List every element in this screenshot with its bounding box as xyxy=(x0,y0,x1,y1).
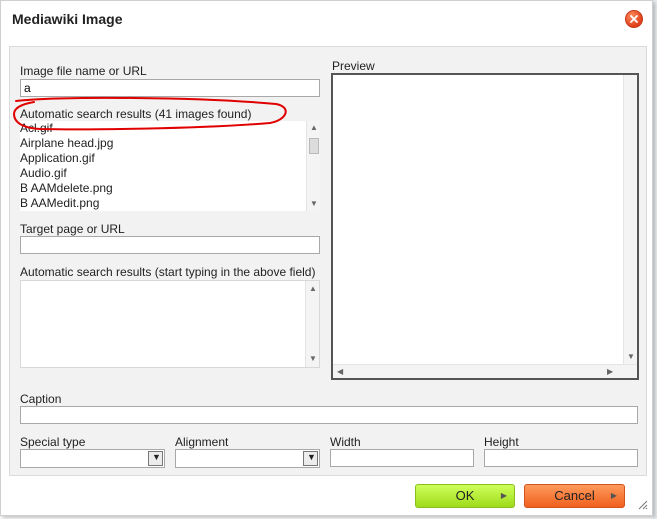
list-item[interactable]: Application.gif xyxy=(20,151,113,166)
close-button[interactable] xyxy=(625,10,643,28)
target-page-label: Target page or URL xyxy=(20,222,125,236)
list-item[interactable]: B AAMdelete.png xyxy=(20,181,113,196)
chevron-right-icon: ▶ xyxy=(500,491,507,500)
chevron-down-icon: ▼ xyxy=(307,452,316,462)
resize-grip-icon[interactable] xyxy=(636,498,648,510)
caption-input[interactable] xyxy=(20,406,638,424)
image-file-input[interactable] xyxy=(20,79,320,97)
width-input[interactable] xyxy=(330,449,474,467)
list-item[interactable]: Acl.gif xyxy=(20,121,113,136)
special-type-label: Special type xyxy=(20,435,86,449)
dropdown-button[interactable]: ▼ xyxy=(303,451,318,466)
scroll-up-icon[interactable]: ▲ xyxy=(309,285,317,293)
image-results-label: Automatic search results (41 images foun… xyxy=(20,107,252,121)
list-item[interactable]: B AAMedit.png xyxy=(20,196,113,211)
chevron-right-icon: ▶ xyxy=(610,491,617,500)
preview-hscroll[interactable]: ◀ ▶ xyxy=(333,364,637,378)
preview-vscroll[interactable]: ▼ xyxy=(623,75,637,364)
scrollbar-thumb[interactable] xyxy=(309,138,319,154)
mediawiki-image-dialog: Mediawiki Image Image file name or URL A… xyxy=(0,0,653,516)
image-results-scrollbar[interactable]: ▲ ▼ xyxy=(306,121,320,211)
target-page-input[interactable] xyxy=(20,236,320,254)
scroll-left-icon[interactable]: ◀ xyxy=(337,368,343,376)
scroll-down-icon[interactable]: ▼ xyxy=(627,353,635,361)
page-results-scrollbar[interactable]: ▲ ▼ xyxy=(305,281,319,367)
alignment-label: Alignment xyxy=(175,435,229,449)
alignment-select[interactable]: ▼ xyxy=(175,449,320,468)
scroll-up-icon[interactable]: ▲ xyxy=(310,124,318,132)
background-page-right xyxy=(653,0,657,519)
cancel-button[interactable]: Cancel ▶ xyxy=(524,484,625,508)
chevron-down-icon: ▼ xyxy=(152,452,161,462)
scroll-down-icon[interactable]: ▼ xyxy=(310,200,318,208)
preview-pane: ▼ ◀ ▶ xyxy=(331,73,639,380)
page-results-list[interactable]: ▲ ▼ xyxy=(20,280,320,368)
dialog-titlebar[interactable]: Mediawiki Image xyxy=(1,1,652,39)
ok-button[interactable]: OK ▶ xyxy=(415,484,515,508)
close-icon xyxy=(630,15,638,23)
dialog-title: Mediawiki Image xyxy=(12,11,123,27)
height-input[interactable] xyxy=(484,449,638,467)
special-type-select[interactable]: ▼ xyxy=(20,449,165,468)
image-file-label: Image file name or URL xyxy=(20,64,147,78)
width-label: Width xyxy=(330,435,361,449)
caption-label: Caption xyxy=(20,392,62,406)
page-results-label: Automatic search results (start typing i… xyxy=(20,265,316,279)
cancel-button-label: Cancel xyxy=(554,488,595,503)
scroll-down-icon[interactable]: ▼ xyxy=(309,355,317,363)
list-item[interactable]: Airplane head.jpg xyxy=(20,136,113,151)
height-label: Height xyxy=(484,435,519,449)
preview-label: Preview xyxy=(332,59,375,73)
ok-button-label: OK xyxy=(455,488,475,503)
image-results-list[interactable]: Acl.gif Airplane head.jpg Application.gi… xyxy=(20,121,320,211)
scroll-right-icon[interactable]: ▶ xyxy=(607,368,613,376)
list-item[interactable]: Audio.gif xyxy=(20,166,113,181)
dropdown-button[interactable]: ▼ xyxy=(148,451,163,466)
